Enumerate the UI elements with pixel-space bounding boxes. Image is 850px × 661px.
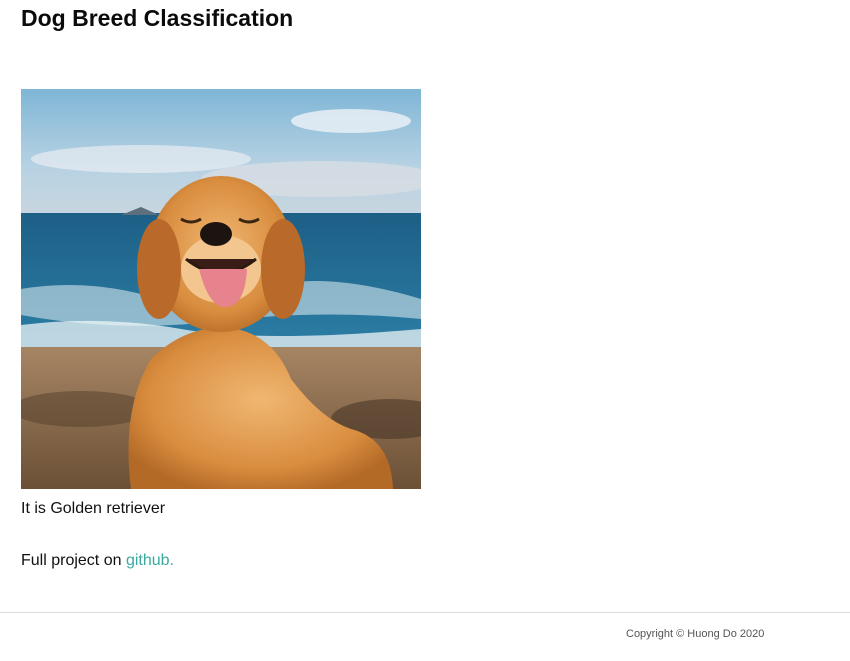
footer-divider (0, 612, 850, 613)
page-title: Dog Breed Classification (21, 5, 294, 31)
github-link[interactable]: github (126, 552, 170, 569)
project-line: Full project on github. (21, 552, 174, 570)
copyright-text: Copyright © Huong Do 2020 (626, 628, 765, 640)
project-prefix: Full project on (21, 552, 126, 569)
dog-photo (21, 89, 421, 489)
project-suffix: . (169, 552, 174, 569)
prediction-text: It is Golden retriever (21, 500, 166, 517)
